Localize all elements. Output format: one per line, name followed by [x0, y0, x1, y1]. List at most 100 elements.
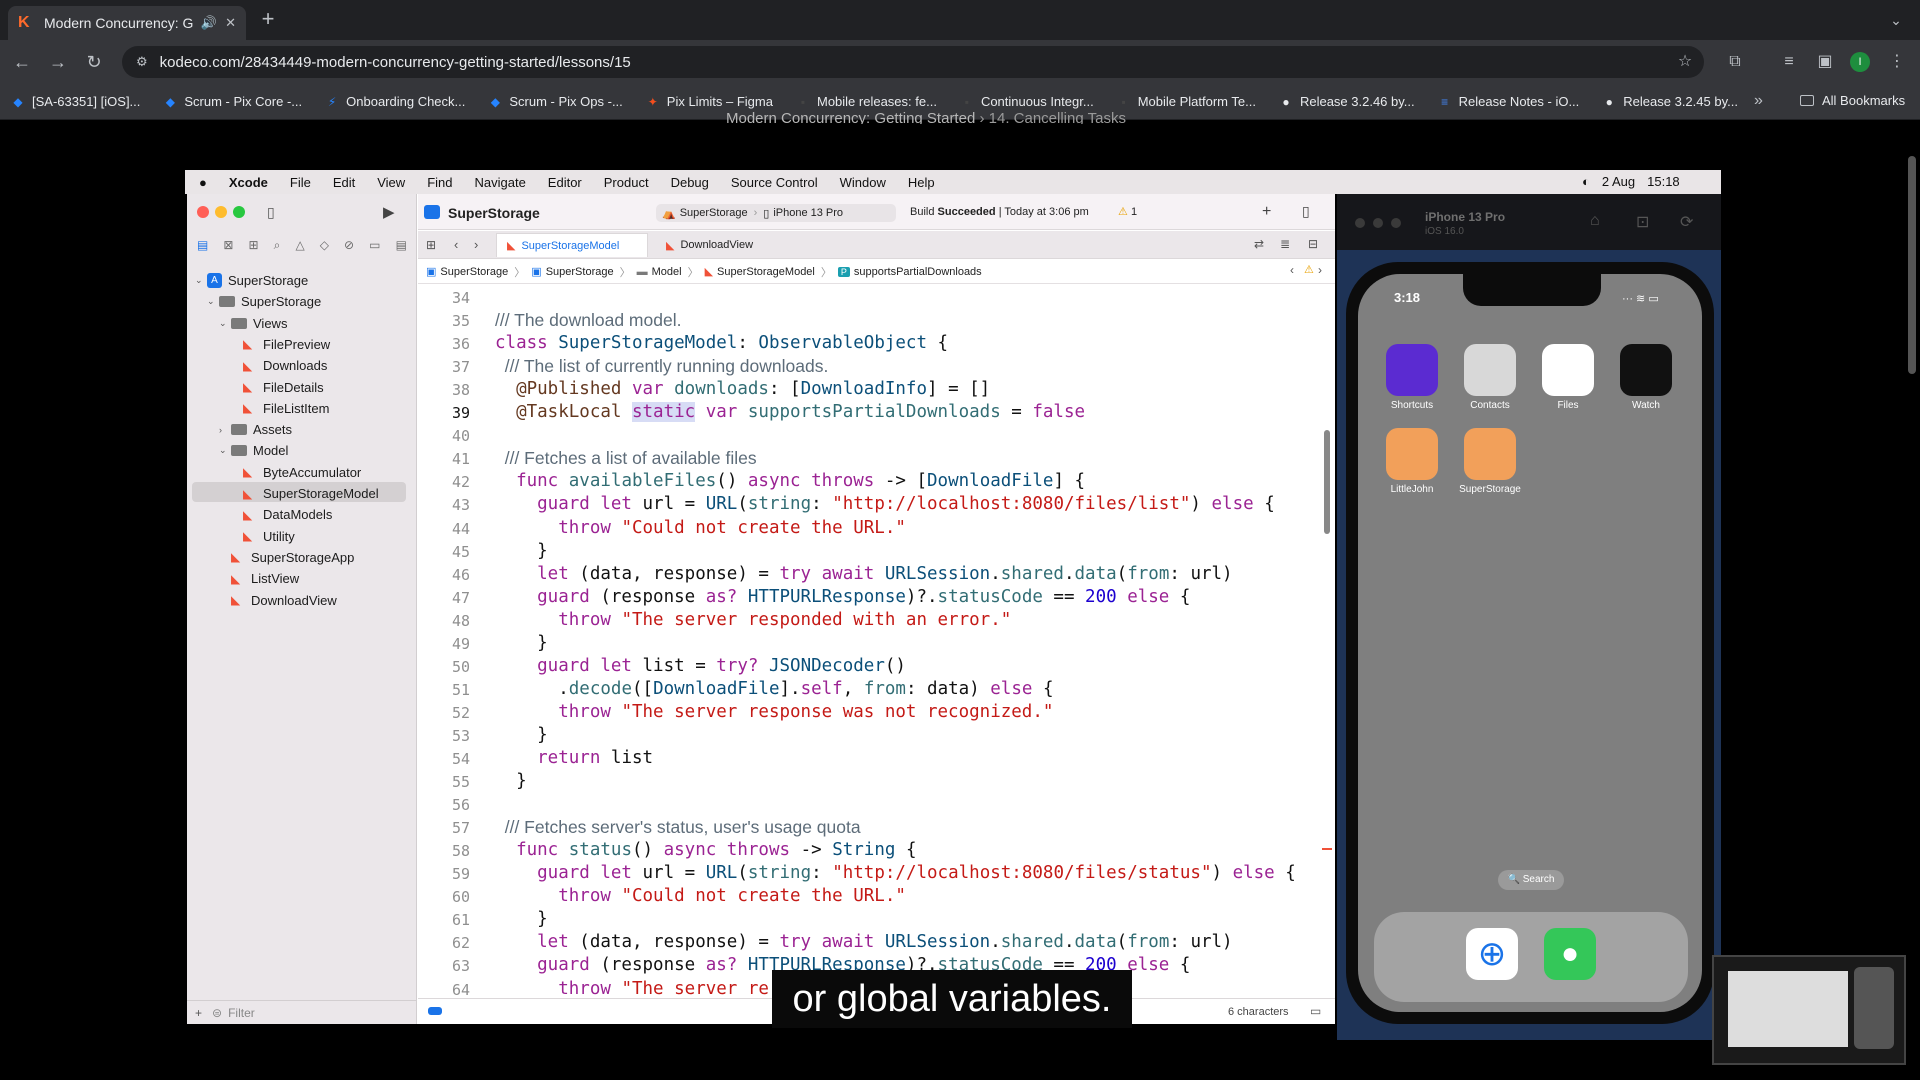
- apple-icon[interactable]: ●: [199, 175, 207, 190]
- tab-search-button[interactable]: ⌄: [1884, 8, 1908, 32]
- bookmark-item[interactable]: ◆ Scrum - Pix Core -...: [162, 94, 302, 110]
- source-control-icon[interactable]: ⊠: [223, 238, 233, 254]
- disclosure-icon[interactable]: ⌄: [219, 318, 231, 329]
- jump-bar-item[interactable]: Model: [652, 266, 682, 278]
- more-bookmarks-button[interactable]: »: [1754, 92, 1763, 110]
- jump-bar-item[interactable]: SuperStorageModel: [717, 266, 815, 278]
- browser-tab[interactable]: K Modern Concurrency: Getting Started 🔊 …: [8, 6, 246, 40]
- new-tab-button[interactable]: +: [254, 6, 282, 34]
- media-control-icon[interactable]: ≡: [1778, 51, 1800, 73]
- file-tree-item[interactable]: ⌄ Model: [195, 440, 288, 461]
- mac-menu-item[interactable]: View: [377, 175, 405, 190]
- jump-next-icon[interactable]: ›: [1318, 263, 1322, 277]
- mac-menu-item[interactable]: Source Control: [731, 175, 818, 190]
- app-icon-contacts[interactable]: Contacts: [1453, 344, 1527, 411]
- app-icon-littlejohn[interactable]: LittleJohn: [1375, 428, 1449, 495]
- simulator-minimize-button[interactable]: [1373, 218, 1383, 228]
- bookmark-item[interactable]: ✦ Pix Limits – Figma: [645, 94, 773, 110]
- home-icon[interactable]: ⌂: [1590, 212, 1600, 230]
- hide-debug-area-icon[interactable]: ▭: [1310, 1004, 1321, 1018]
- tab-superstoragemodel[interactable]: ◣ SuperStorageModel: [496, 233, 648, 257]
- bookmark-star-icon[interactable]: ☆: [1674, 51, 1696, 73]
- file-tree-item[interactable]: ◣ SuperStorageApp: [195, 547, 354, 568]
- file-tree-item[interactable]: ⌄ A SuperStorage: [195, 270, 308, 291]
- file-tree-item[interactable]: ⌄ Views: [195, 313, 287, 334]
- file-tree-item[interactable]: ◣ ByteAccumulator: [195, 462, 361, 483]
- bookmark-item[interactable]: ≡ Release Notes - iO...: [1437, 94, 1579, 110]
- app-icon-files[interactable]: Files: [1531, 344, 1605, 411]
- file-tree-item[interactable]: ◣ ListView: [195, 568, 299, 589]
- mac-menu-item[interactable]: Help: [908, 175, 935, 190]
- related-items-icon[interactable]: ⇄: [1254, 237, 1264, 251]
- control-center-icon[interactable]: ◐: [1582, 174, 1590, 189]
- file-tree-item[interactable]: ◣ DownloadView: [195, 590, 337, 611]
- file-tree-item[interactable]: ◣ FileDetails: [195, 377, 324, 398]
- mac-menu-item[interactable]: File: [290, 175, 311, 190]
- mac-menu-item[interactable]: Find: [427, 175, 452, 190]
- course-link[interactable]: Modern Concurrency: Getting Started: [726, 110, 975, 124]
- run-button[interactable]: ▶: [383, 203, 395, 221]
- mac-menu-item[interactable]: Editor: [548, 175, 582, 190]
- site-info-icon[interactable]: ⚙: [136, 54, 148, 70]
- mac-menu-item[interactable]: Navigate: [474, 175, 525, 190]
- breakpoint-navigator-icon[interactable]: ▭: [369, 238, 380, 254]
- screenshot-icon[interactable]: ⊡: [1636, 212, 1649, 232]
- scheme-selector[interactable]: ⛺ SuperStorage › ▯ iPhone 13 Pro: [656, 204, 896, 222]
- extensions-icon[interactable]: ⧉: [1724, 51, 1746, 73]
- disclosure-icon[interactable]: ⌄: [207, 296, 219, 307]
- issue-navigator-icon[interactable]: △: [295, 238, 304, 254]
- disclosure-icon[interactable]: ⌄: [195, 275, 207, 286]
- page-scrollbar[interactable]: [1908, 156, 1916, 374]
- mac-menu-item[interactable]: Debug: [671, 175, 709, 190]
- grid-icon[interactable]: ⊞: [426, 238, 436, 252]
- editor-options-icon[interactable]: ≣: [1280, 237, 1290, 251]
- browser-menu-icon[interactable]: ⋮: [1886, 51, 1908, 73]
- mac-menu-item[interactable]: Product: [604, 175, 649, 190]
- split-editor-icon[interactable]: ⊟: [1308, 237, 1318, 251]
- close-tab-icon[interactable]: ✕: [225, 15, 236, 31]
- bookmark-item[interactable]: ▪ Mobile releases: fe...: [795, 94, 937, 110]
- app-icon-superstorage[interactable]: SuperStorage: [1453, 428, 1527, 495]
- debug-area-toggle[interactable]: [428, 1007, 442, 1015]
- jump-bar-item[interactable]: SuperStorage: [546, 266, 614, 278]
- folder-navigator-icon[interactable]: ▤: [197, 238, 208, 254]
- file-tree-item[interactable]: ◣ FilePreview: [195, 334, 330, 355]
- file-tree-item[interactable]: › Assets: [195, 419, 292, 440]
- zoom-window-button[interactable]: [233, 206, 245, 218]
- all-bookmarks-button[interactable]: All Bookmarks: [1800, 93, 1905, 108]
- forward-nav-icon[interactable]: ›: [474, 237, 478, 252]
- inspector-toggle-icon[interactable]: ▯: [1302, 203, 1310, 220]
- bookmark-item[interactable]: ◆ [SA-63351] [iOS]...: [10, 94, 140, 110]
- bookmark-item[interactable]: ⚡ Onboarding Check...: [324, 94, 465, 110]
- minimize-window-button[interactable]: [215, 206, 227, 218]
- file-tree-item[interactable]: ◣ DataModels: [195, 504, 332, 525]
- file-tree-item[interactable]: ◣ Downloads: [195, 355, 327, 376]
- debug-navigator-icon[interactable]: ⊘: [344, 238, 354, 254]
- bookmark-item[interactable]: ▪ Mobile Platform Te...: [1116, 94, 1256, 110]
- add-file-icon[interactable]: +: [195, 1006, 202, 1020]
- back-nav-icon[interactable]: ‹: [454, 237, 458, 252]
- back-button[interactable]: ←: [10, 50, 34, 74]
- spotlight-search-pill[interactable]: 🔍 Search: [1498, 870, 1564, 890]
- close-window-button[interactable]: [197, 206, 209, 218]
- warning-badge[interactable]: ⚠ 1: [1118, 205, 1137, 218]
- toggle-sidebar-icon[interactable]: ▯: [267, 204, 275, 221]
- editor-scrollbar[interactable]: [1324, 430, 1330, 534]
- disclosure-icon[interactable]: ›: [219, 425, 231, 435]
- disclosure-icon[interactable]: ⌄: [219, 445, 231, 456]
- tab-downloadview[interactable]: ◣ DownloadView: [656, 233, 796, 257]
- report-navigator-icon[interactable]: ▤: [396, 238, 407, 254]
- code-editor[interactable]: 34 35 /// The download model. 36 class Super…: [418, 285, 1328, 997]
- file-tree-item[interactable]: ◣ FileListItem: [195, 398, 329, 419]
- library-add-button[interactable]: +: [1262, 203, 1271, 221]
- bookmark-item[interactable]: ▪ Continuous Integr...: [959, 94, 1094, 110]
- app-icon-shortcuts[interactable]: Shortcuts: [1375, 344, 1449, 411]
- bookmark-item[interactable]: ◆ Scrum - Pix Ops -...: [487, 94, 623, 110]
- bookmark-item[interactable]: ● Release 3.2.45 by...: [1601, 94, 1738, 110]
- safari-icon[interactable]: ⊕: [1466, 928, 1518, 980]
- reload-button[interactable]: ↻: [82, 50, 106, 74]
- filter-input[interactable]: Filter: [228, 1006, 255, 1020]
- side-panel-icon[interactable]: ▣: [1814, 51, 1836, 73]
- file-tree-item[interactable]: ◣ SuperStorageModel: [195, 483, 379, 504]
- rotate-icon[interactable]: ⟳: [1680, 212, 1693, 232]
